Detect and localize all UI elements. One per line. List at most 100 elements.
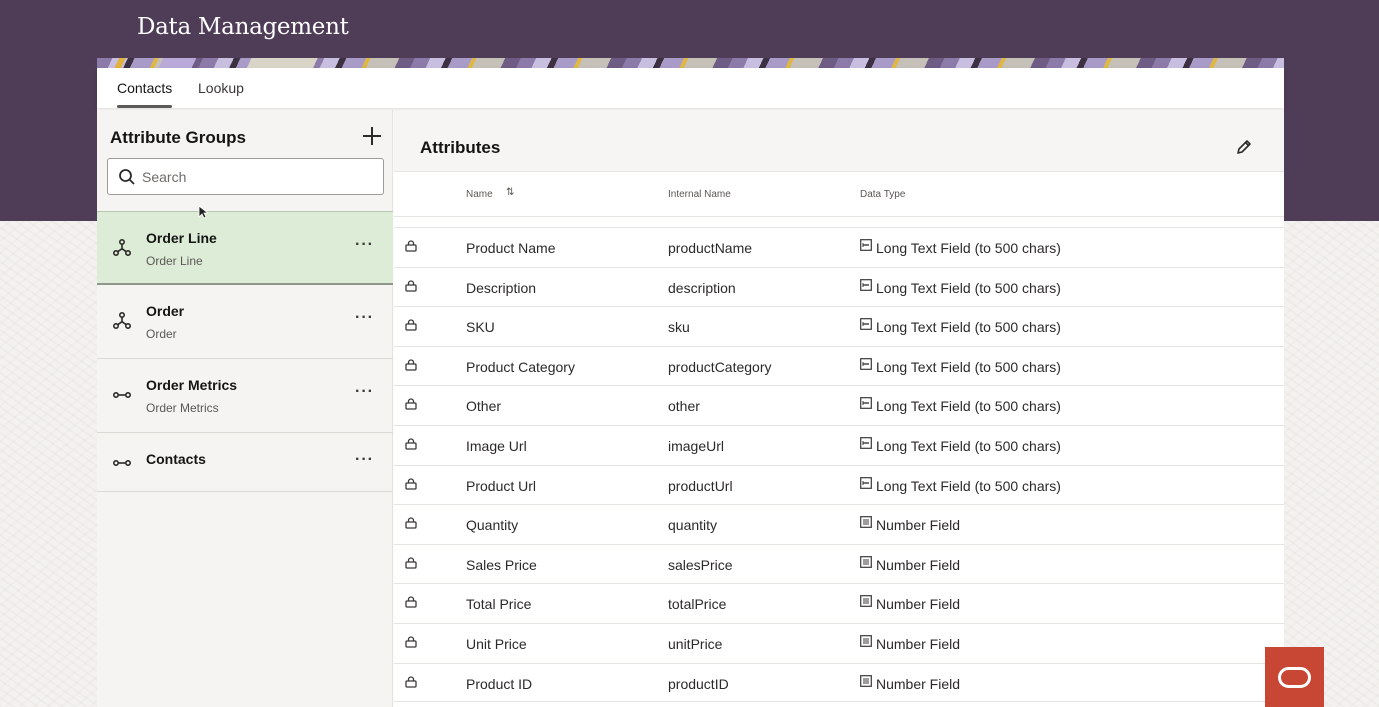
search-icon [119,169,135,185]
group-name: Order Line [146,230,217,246]
attribute-data-type: Long Text Field (to 500 chars) [876,240,1061,256]
lock-icon [405,517,417,529]
attribute-name: Quantity [466,517,519,534]
group-subtitle: Order [146,327,177,341]
text-field-icon [860,318,872,331]
attribute-name: Description [466,279,537,296]
table-row[interactable]: SKU sku Long Text Field (to 500 chars) [394,306,1284,346]
group-name: Order [146,303,185,319]
attributes-panel: Attributes Name ⇅ Internal Name Data Typ… [394,110,1284,707]
attribute-data-type: Long Text Field (to 500 chars) [876,358,1061,375]
main-card: Contacts Lookup Attribute Groups Order L… [97,58,1284,707]
attribute-name: Product ID [466,675,533,692]
tab-lookup[interactable]: Lookup [198,68,244,108]
oracle-assistant-button[interactable] [1265,647,1324,707]
number-field-icon [860,516,872,529]
group-item-order-metrics[interactable]: Order Metrics Order Metrics ··· [97,359,393,433]
table-row[interactable]: Unit Price unitPrice Number Field [394,622,1284,663]
attribute-name: Product Name [466,240,556,256]
pencil-icon [1237,140,1251,154]
attribute-name: Total Price [466,596,532,613]
attribute-data-type: Number Field [876,596,961,613]
attribute-name: Sales Price [466,556,537,573]
number-field-icon [860,674,872,687]
attribute-internal-name: productName [668,240,753,256]
attribute-name: Image Url [466,437,527,454]
attribute-data-type: Long Text Field (to 500 chars) [876,477,1061,494]
group-item-order[interactable]: Order Order ··· [97,285,393,359]
number-field-icon [860,635,872,647]
lock-icon [405,240,417,252]
attribute-data-type: Number Field [876,675,961,692]
lock-icon [405,438,417,450]
lock-icon [405,557,417,569]
attribute-data-type: Number Field [876,635,961,652]
attribute-internal-name: other [668,398,700,415]
decorative-banner [97,58,1284,68]
column-header-internal-name: Internal Name [668,189,731,200]
group-name: Order Metrics [146,377,238,393]
column-header-name[interactable]: Name [466,189,493,200]
attribute-internal-name: productCategory [668,358,772,375]
table-row[interactable]: Product Name productName Long Text Field (… [394,227,1284,267]
more-options-button[interactable]: ··· [355,237,374,253]
table-row[interactable]: Quantity quantity Number Field [394,504,1284,544]
lock-icon [405,398,417,411]
search-field[interactable] [107,158,384,195]
table-row[interactable]: Other other Long Text Field (to 500 chars) [394,385,1284,425]
group-item-order-line[interactable]: Order Line Order Line ··· [97,211,393,285]
table-header: Name ⇅ Internal Name Data Type [394,173,1284,217]
link-icon [112,392,132,399]
table-row[interactable]: Product Category productCategory Long Text… [394,345,1284,386]
attributes-header: Attributes [394,110,1284,172]
attribute-groups-panel: Attribute Groups Order Line Order Line ·… [97,110,393,707]
table-row[interactable]: Product Url productUrl Long Text Field (to… [394,464,1284,505]
table-row[interactable]: Total Price totalPrice Number Field [394,583,1284,623]
attribute-internal-name: imageUrl [668,437,725,454]
more-options-button[interactable]: ··· [355,384,374,400]
attribute-data-type: Long Text Field (to 500 chars) [876,437,1061,454]
tab-bar: Contacts Lookup [97,68,1284,108]
oracle-logo-icon [1278,667,1311,688]
table-row[interactable]: Sales Price salesPrice Number Field [394,543,1284,584]
attribute-internal-name: salesPrice [668,556,733,573]
lock-icon [405,675,417,688]
attribute-data-type: Long Text Field (to 500 chars) [876,319,1061,336]
text-field-icon [860,239,872,251]
text-field-icon [860,476,872,489]
edit-button[interactable] [1235,138,1253,156]
hierarchy-icon [112,311,132,330]
group-item-contacts[interactable]: Contacts ··· [97,433,393,492]
link-icon [112,460,132,467]
table-row[interactable]: Image Url imageUrl Long Text Field (to 500… [394,424,1284,465]
group-subtitle: Order Line [146,254,203,268]
text-field-icon [860,357,872,370]
attributes-table-body: Product Name productName Long Text Field (… [394,227,1284,703]
attribute-name: Unit Price [466,635,527,652]
tab-contacts[interactable]: Contacts [117,68,173,108]
text-field-icon [860,397,872,410]
attribute-internal-name: totalPrice [668,596,727,613]
lock-icon [405,596,417,608]
text-field-icon [860,278,872,291]
table-row[interactable]: Product ID productID Number Field [394,662,1284,703]
number-field-icon [860,595,872,608]
mouse-cursor-icon [198,205,208,219]
attribute-internal-name: quantity [668,517,718,534]
attribute-name: Product Category [466,358,575,375]
more-options-button[interactable]: ··· [355,310,374,326]
attribute-internal-name: description [668,279,736,296]
table-row[interactable]: Description description Long Text Field (t… [394,266,1284,307]
search-input[interactable] [142,159,372,194]
attribute-internal-name: productID [668,675,729,692]
attribute-groups-title: Attribute Groups [110,128,246,147]
plus-icon [363,127,381,145]
lock-icon [405,359,417,371]
sort-icon[interactable]: ⇅ [506,187,514,198]
more-options-button[interactable]: ··· [355,452,374,468]
column-header-data-type: Data Type [860,189,906,200]
group-name: Contacts [146,451,206,467]
add-group-button[interactable] [360,124,384,148]
attribute-name: Other [466,398,502,415]
attribute-name: Product Url [466,477,537,494]
